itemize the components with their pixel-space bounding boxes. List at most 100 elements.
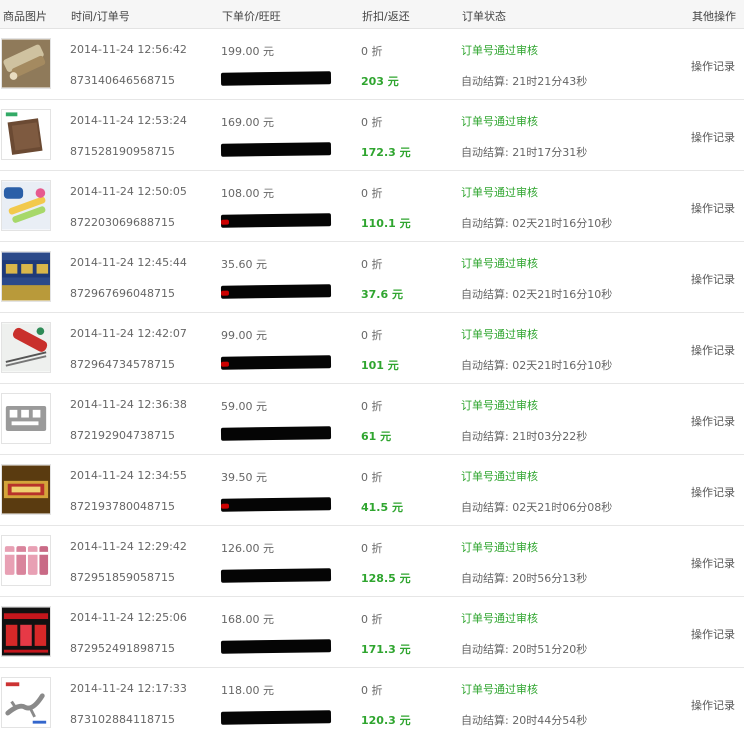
order-price: 108.00 元: [221, 187, 274, 200]
table-row: 2014-11-24 12:36:38 872192904738715 59.0…: [0, 384, 744, 455]
operation-log-link[interactable]: 操作记录: [691, 342, 735, 358]
order-discount: 0 折: [361, 684, 383, 697]
order-price: 59.00 元: [221, 400, 267, 413]
table-row: 2014-11-24 12:53:24 871528190958715 169.…: [0, 100, 744, 171]
order-discount: 0 折: [361, 542, 383, 555]
order-number: 872951859058715: [70, 571, 175, 584]
order-status-link[interactable]: 订单号通过审核: [461, 681, 538, 697]
order-rebate: 120.3 元: [361, 714, 411, 727]
order-status-link[interactable]: 订单号通过审核: [461, 255, 538, 271]
chopsticks-product-icon[interactable]: [1, 322, 51, 373]
order-rebate: 41.5 元: [361, 501, 403, 514]
order-time: 2014-11-24 12:29:42: [70, 540, 187, 553]
order-discount: 0 折: [361, 187, 383, 200]
order-time: 2014-11-24 12:36:38: [70, 398, 187, 411]
operation-log-link[interactable]: 操作记录: [691, 413, 735, 429]
table-row: 2014-11-24 12:50:05 872203069688715 108.…: [0, 171, 744, 242]
order-discount: 0 折: [361, 258, 383, 271]
auto-settle-countdown: 自动结算: 21时03分22秒: [461, 430, 588, 443]
order-number: 872952491898715: [70, 642, 175, 655]
auto-settle-countdown: 自动结算: 20时51分20秒: [461, 643, 588, 656]
order-price: 126.00 元: [221, 542, 274, 555]
operation-log-link[interactable]: 操作记录: [691, 58, 735, 74]
auto-settle-countdown: 自动结算: 20时56分13秒: [461, 572, 588, 585]
towel-product-icon[interactable]: [1, 109, 51, 160]
wangwang-redacted: [220, 710, 332, 725]
wangwang-redacted: [220, 568, 332, 583]
order-rebate: 110.1 元: [361, 217, 411, 230]
order-number: 872192904738715: [70, 429, 175, 442]
order-number: 871528190958715: [70, 145, 175, 158]
header-time-order: 时间/订单号: [71, 10, 130, 23]
auto-settle-countdown: 自动结算: 02天21时16分10秒: [461, 288, 613, 301]
order-discount: 0 折: [361, 45, 383, 58]
multitool-card-product-icon[interactable]: [1, 393, 51, 444]
operation-log-link[interactable]: 操作记录: [691, 555, 735, 571]
table-row: 2014-11-24 12:25:06 872952491898715 168.…: [0, 597, 744, 668]
order-price: 199.00 元: [221, 45, 274, 58]
hair-comb-product-icon[interactable]: [1, 38, 51, 89]
order-discount: 0 折: [361, 471, 383, 484]
order-number: 873102884118715: [70, 713, 175, 726]
order-number: 872964734578715: [70, 358, 175, 371]
lizard-ornament-product-icon[interactable]: [1, 677, 51, 728]
order-rebate: 172.3 元: [361, 146, 411, 159]
order-time: 2014-11-24 12:56:42: [70, 43, 187, 56]
order-number: 872203069688715: [70, 216, 175, 229]
operation-log-link[interactable]: 操作记录: [691, 271, 735, 287]
wangwang-redacted: [220, 71, 332, 86]
order-status-link[interactable]: 订单号通过审核: [461, 184, 538, 200]
table-row: 2014-11-24 12:34:55 872193780048715 39.5…: [0, 455, 744, 526]
order-rebate: 61 元: [361, 430, 392, 443]
operation-log-link[interactable]: 操作记录: [691, 200, 735, 216]
table-row: 2014-11-24 12:17:33 873102884118715 118.…: [0, 668, 744, 736]
wangwang-redacted: [220, 426, 332, 441]
table-row: 2014-11-24 12:29:42 872951859058715 126.…: [0, 526, 744, 597]
order-rebate: 171.3 元: [361, 643, 411, 656]
order-price: 39.50 元: [221, 471, 267, 484]
order-status-link[interactable]: 订单号通过审核: [461, 468, 538, 484]
order-rebate: 101 元: [361, 359, 399, 372]
cosmetics-product-icon[interactable]: [1, 535, 51, 586]
auto-settle-countdown: 自动结算: 21时21分43秒: [461, 75, 588, 88]
wangwang-redacted: [220, 213, 332, 228]
operation-log-link[interactable]: 操作记录: [691, 484, 735, 500]
order-discount: 0 折: [361, 329, 383, 342]
auto-settle-countdown: 自动结算: 02天21时16分10秒: [461, 217, 613, 230]
header-image: 商品图片: [3, 10, 47, 23]
operation-log-link[interactable]: 操作记录: [691, 626, 735, 642]
order-price: 35.60 元: [221, 258, 267, 271]
auto-settle-countdown: 自动结算: 02天21时16分10秒: [461, 359, 613, 372]
operation-log-link[interactable]: 操作记录: [691, 129, 735, 145]
order-number: 873140646568715: [70, 74, 175, 87]
table-row: 2014-11-24 12:45:44 872967696048715 35.6…: [0, 242, 744, 313]
order-status-link[interactable]: 订单号通过审核: [461, 397, 538, 413]
order-status-link[interactable]: 订单号通过审核: [461, 113, 538, 129]
order-time: 2014-11-24 12:25:06: [70, 611, 187, 624]
order-discount: 0 折: [361, 613, 383, 626]
order-time: 2014-11-24 12:42:07: [70, 327, 187, 340]
auto-settle-countdown: 自动结算: 20时44分54秒: [461, 714, 588, 727]
header-discount-rebate: 折扣/返还: [362, 10, 410, 23]
tea-box-product-icon[interactable]: [1, 251, 51, 302]
order-rebate: 128.5 元: [361, 572, 411, 585]
gold-plaque-product-icon[interactable]: [1, 464, 51, 515]
order-time: 2014-11-24 12:17:33: [70, 682, 187, 695]
table-row: 2014-11-24 12:42:07 872964734578715 99.0…: [0, 313, 744, 384]
toothbrush-product-icon[interactable]: [1, 180, 51, 231]
order-price: 118.00 元: [221, 684, 274, 697]
order-status-link[interactable]: 订单号通过审核: [461, 539, 538, 555]
order-rebate: 203 元: [361, 75, 399, 88]
operation-log-link[interactable]: 操作记录: [691, 697, 735, 713]
header-status: 订单状态: [462, 10, 506, 23]
order-time: 2014-11-24 12:45:44: [70, 256, 187, 269]
order-status-link[interactable]: 订单号通过审核: [461, 42, 538, 58]
order-discount: 0 折: [361, 400, 383, 413]
order-status-link[interactable]: 订单号通过审核: [461, 326, 538, 342]
order-time: 2014-11-24 12:34:55: [70, 469, 187, 482]
order-rebate: 37.6 元: [361, 288, 403, 301]
table-row: 2014-11-24 12:56:42 873140646568715 199.…: [0, 29, 744, 100]
order-status-link[interactable]: 订单号通过审核: [461, 610, 538, 626]
order-price: 99.00 元: [221, 329, 267, 342]
red-package-product-icon[interactable]: [1, 606, 51, 657]
